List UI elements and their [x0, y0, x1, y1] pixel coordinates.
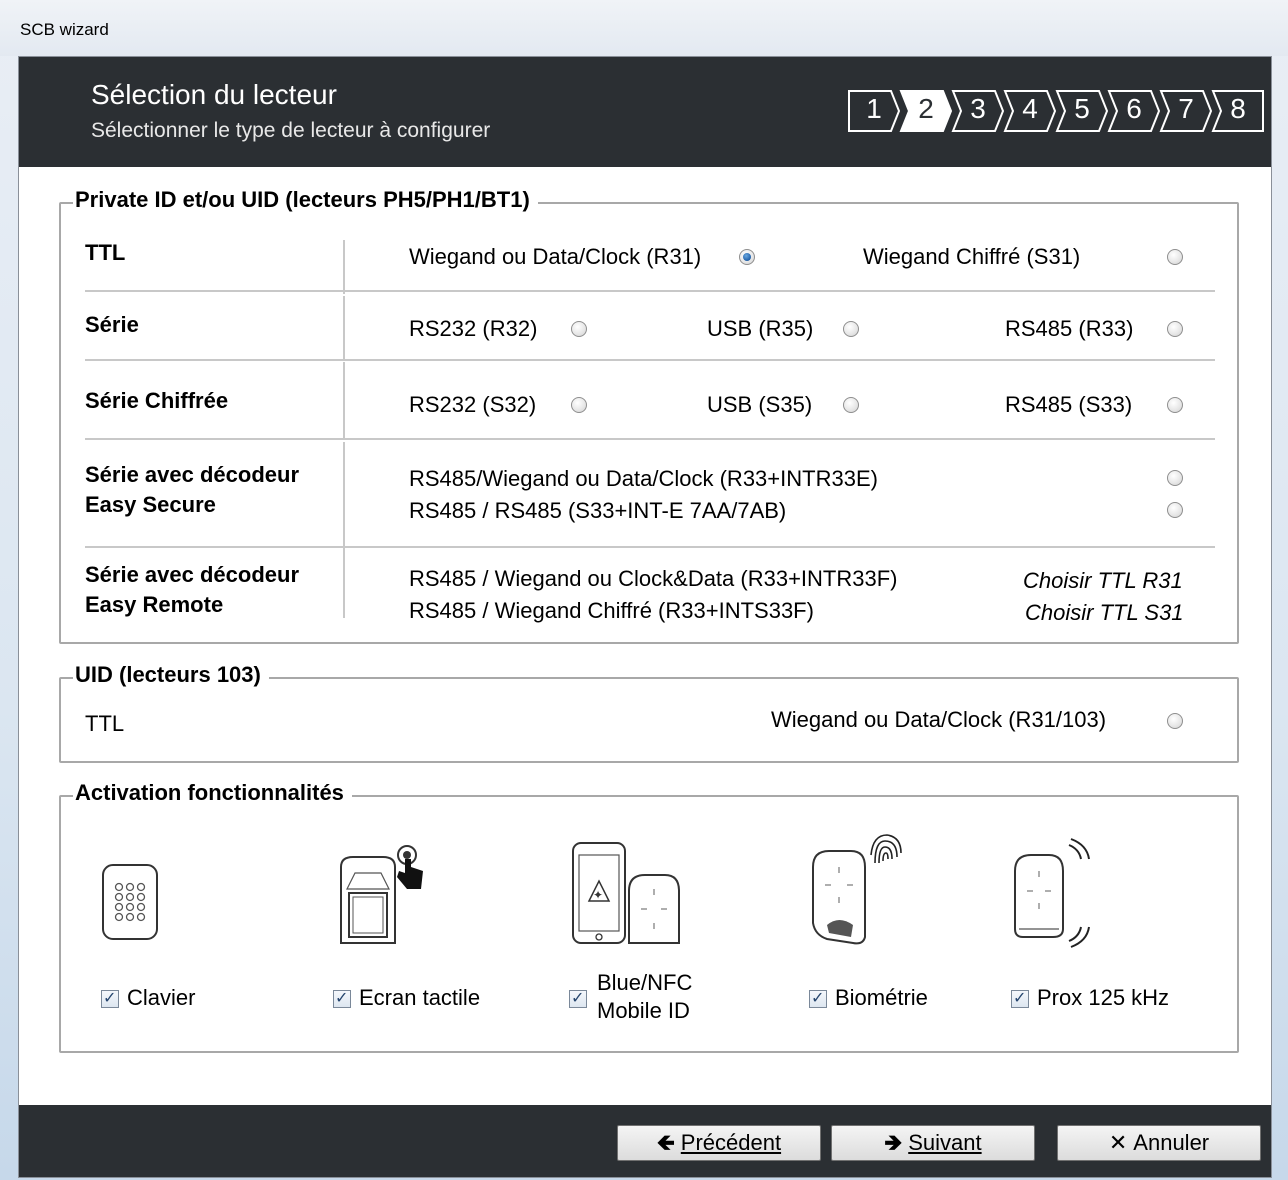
easy-remote-label-1: Série avec décodeur	[85, 562, 300, 587]
svg-text:✦: ✦	[593, 888, 603, 902]
row-separator	[85, 359, 1215, 361]
fingerprint-reader-icon	[812, 834, 902, 945]
blue-nfc-checkbox[interactable]	[569, 988, 587, 1008]
serie-s32-label[interactable]: RS232 (S32)	[409, 392, 536, 418]
private-id-group: Private ID et/ou UID (lecteurs PH5/PH1/B…	[59, 187, 1239, 644]
previous-button[interactable]: 🡸 Précédent	[617, 1125, 821, 1161]
step-3-label: 3	[970, 93, 986, 124]
mobile-nfc-icon: ✦	[572, 842, 680, 944]
serie-r32-radio[interactable]	[571, 321, 587, 337]
arrow-right-icon: 🡺	[884, 1130, 903, 1155]
easy-remote-opt1-label: RS485 / Wiegand ou Clock&Data (R33+INTR3…	[409, 566, 898, 591]
divider	[343, 296, 345, 360]
uid-ttl-label: TTL	[85, 711, 125, 736]
step-8-label: 8	[1230, 93, 1246, 124]
divider	[343, 548, 345, 618]
easy-remote-opt2-label: RS485 / Wiegand Chiffré (R33+INTS33F)	[409, 598, 814, 623]
divider	[343, 442, 345, 546]
biometrie-label[interactable]: Biométrie	[835, 985, 928, 1011]
cancel-button[interactable]: ✕ Annuler	[1057, 1125, 1261, 1161]
easy-remote-label-2: Easy Remote	[85, 592, 224, 617]
row-separator	[85, 546, 1215, 548]
blue-nfc-label-2[interactable]: Mobile ID	[597, 998, 690, 1024]
prox-label[interactable]: Prox 125 kHz	[1037, 985, 1169, 1011]
serie-s33-radio[interactable]	[1167, 397, 1183, 413]
step-6-label: 6	[1126, 93, 1142, 124]
features-legend: Activation fonctionnalités	[73, 780, 352, 806]
row-separator	[85, 290, 1215, 292]
easy-remote-hint-2: Choisir TTL S31	[1025, 600, 1184, 625]
ttl-r31-radio[interactable]	[739, 249, 755, 265]
uid-legend: UID (lecteurs 103)	[73, 662, 269, 688]
ttl-r31-label[interactable]: Wiegand ou Data/Clock (R31)	[409, 244, 701, 270]
step-8: 8	[1211, 89, 1265, 133]
wizard-header: Sélection du lecteur Sélectionner le typ…	[19, 57, 1271, 167]
serie-s33-label[interactable]: RS485 (S33)	[1005, 392, 1132, 418]
ttl-s31-radio[interactable]	[1167, 249, 1183, 265]
step-1-label: 1	[866, 93, 882, 124]
serie-r35-radio[interactable]	[843, 321, 859, 337]
uid-group: UID (lecteurs 103) TTL Wiegand ou Data/C…	[59, 662, 1239, 763]
previous-button-label: Précédent	[680, 1130, 782, 1155]
clavier-label[interactable]: Clavier	[127, 985, 195, 1011]
step-5: 5	[1055, 89, 1109, 133]
step-6: 6	[1107, 89, 1161, 133]
window-title: SCB wizard	[20, 20, 109, 39]
ecran-tactile-checkbox[interactable]	[333, 988, 351, 1008]
step-2: 2	[899, 89, 953, 133]
wizard-footer: 🡸 Précédent 🡺 Suivant ✕ Annuler	[19, 1105, 1271, 1177]
uid-r31-103-radio[interactable]	[1167, 713, 1183, 729]
ttl-label: TTL	[85, 240, 126, 265]
easy-secure-label-1: Série avec décodeur	[85, 462, 300, 487]
ecran-tactile-label[interactable]: Ecran tactile	[359, 985, 480, 1011]
wizard-window: SCB wizard Sélection du lecteur Sélectio…	[0, 0, 1288, 1180]
page-title: Sélection du lecteur	[91, 79, 337, 110]
easy-secure-label-2: Easy Secure	[85, 492, 216, 517]
divider	[343, 240, 345, 294]
close-icon: ✕	[1108, 1130, 1128, 1155]
uid-r31-103-label[interactable]: Wiegand ou Data/Clock (R31/103)	[771, 707, 1106, 733]
step-4-label: 4	[1022, 93, 1038, 124]
arrow-left-icon: 🡸	[656, 1130, 675, 1155]
features-group: Activation fonctionnalités Clavier	[59, 780, 1239, 1053]
ttl-s31-label[interactable]: Wiegand Chiffré (S31)	[863, 244, 1080, 270]
serie-r33-label[interactable]: RS485 (R33)	[1005, 316, 1133, 342]
keypad-icon	[102, 864, 158, 940]
prox-checkbox[interactable]	[1011, 988, 1029, 1008]
serie-s32-radio[interactable]	[571, 397, 587, 413]
title-bar: SCB wizard	[0, 0, 1288, 56]
wizard-client-area: Sélection du lecteur Sélectionner le typ…	[18, 56, 1272, 1178]
proximity-reader-icon	[1014, 838, 1090, 948]
serie-s35-label[interactable]: USB (S35)	[707, 392, 812, 418]
serie-r33-radio[interactable]	[1167, 321, 1183, 337]
step-3: 3	[951, 89, 1005, 133]
step-5-label: 5	[1074, 93, 1090, 124]
blue-nfc-label-1[interactable]: Blue/NFC	[597, 970, 692, 996]
serie-r32-label[interactable]: RS232 (R32)	[409, 316, 537, 342]
next-button-label: Suivant	[908, 1130, 982, 1155]
easy-secure-opt2-radio[interactable]	[1167, 502, 1183, 518]
step-1: 1	[847, 89, 901, 133]
serie-chiffree-label: Série Chiffrée	[85, 388, 229, 413]
divider	[343, 362, 345, 440]
touchscreen-icon	[340, 845, 423, 944]
step-7-label: 7	[1178, 93, 1194, 124]
easy-secure-opt2-label[interactable]: RS485 / RS485 (S33+INT-E 7AA/7AB)	[409, 498, 786, 524]
step-4: 4	[1003, 89, 1057, 133]
easy-secure-opt1-radio[interactable]	[1167, 470, 1183, 486]
easy-secure-opt1-label[interactable]: RS485/Wiegand ou Data/Clock (R33+INTR33E…	[409, 466, 878, 492]
step-2-label: 2	[918, 93, 934, 124]
easy-remote-hint-1: Choisir TTL R31	[1023, 568, 1183, 593]
next-button[interactable]: 🡺 Suivant	[831, 1125, 1035, 1161]
page-subtitle: Sélectionner le type de lecteur à config…	[91, 119, 491, 142]
cancel-button-label: Annuler	[1133, 1130, 1210, 1155]
step-7: 7	[1159, 89, 1213, 133]
biometrie-checkbox[interactable]	[809, 988, 827, 1008]
clavier-checkbox[interactable]	[101, 988, 119, 1008]
row-separator	[85, 438, 1215, 440]
serie-s35-radio[interactable]	[843, 397, 859, 413]
serie-label: Série	[85, 312, 139, 337]
private-id-legend: Private ID et/ou UID (lecteurs PH5/PH1/B…	[73, 187, 538, 213]
serie-r35-label[interactable]: USB (R35)	[707, 316, 813, 342]
